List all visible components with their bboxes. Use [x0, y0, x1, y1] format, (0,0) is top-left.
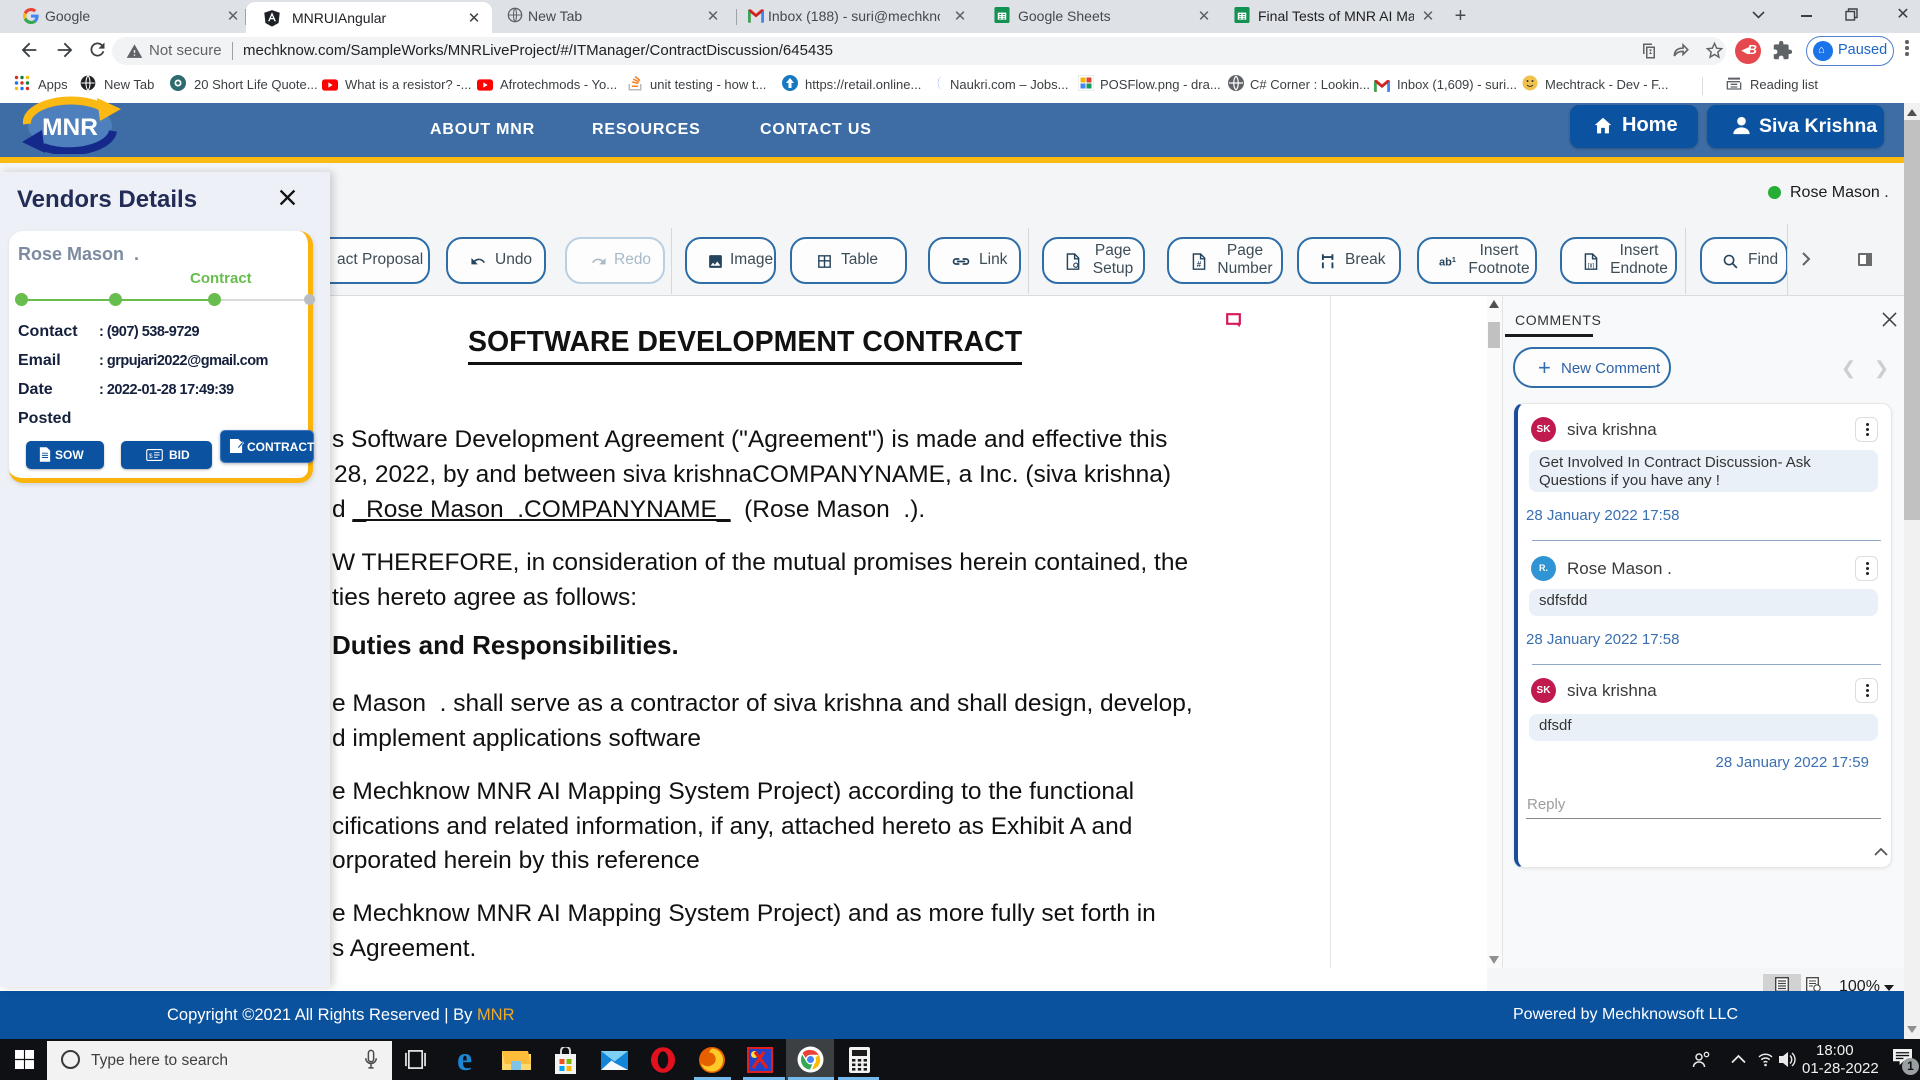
svg-text:$: $ — [149, 453, 153, 460]
svg-text:1: 1 — [1452, 255, 1457, 264]
svg-text:[ii]: [ii] — [1588, 263, 1595, 270]
svg-text:#: # — [1197, 260, 1202, 269]
svg-text:MNR: MNR — [42, 114, 98, 141]
svg-text:ab: ab — [1439, 256, 1452, 268]
